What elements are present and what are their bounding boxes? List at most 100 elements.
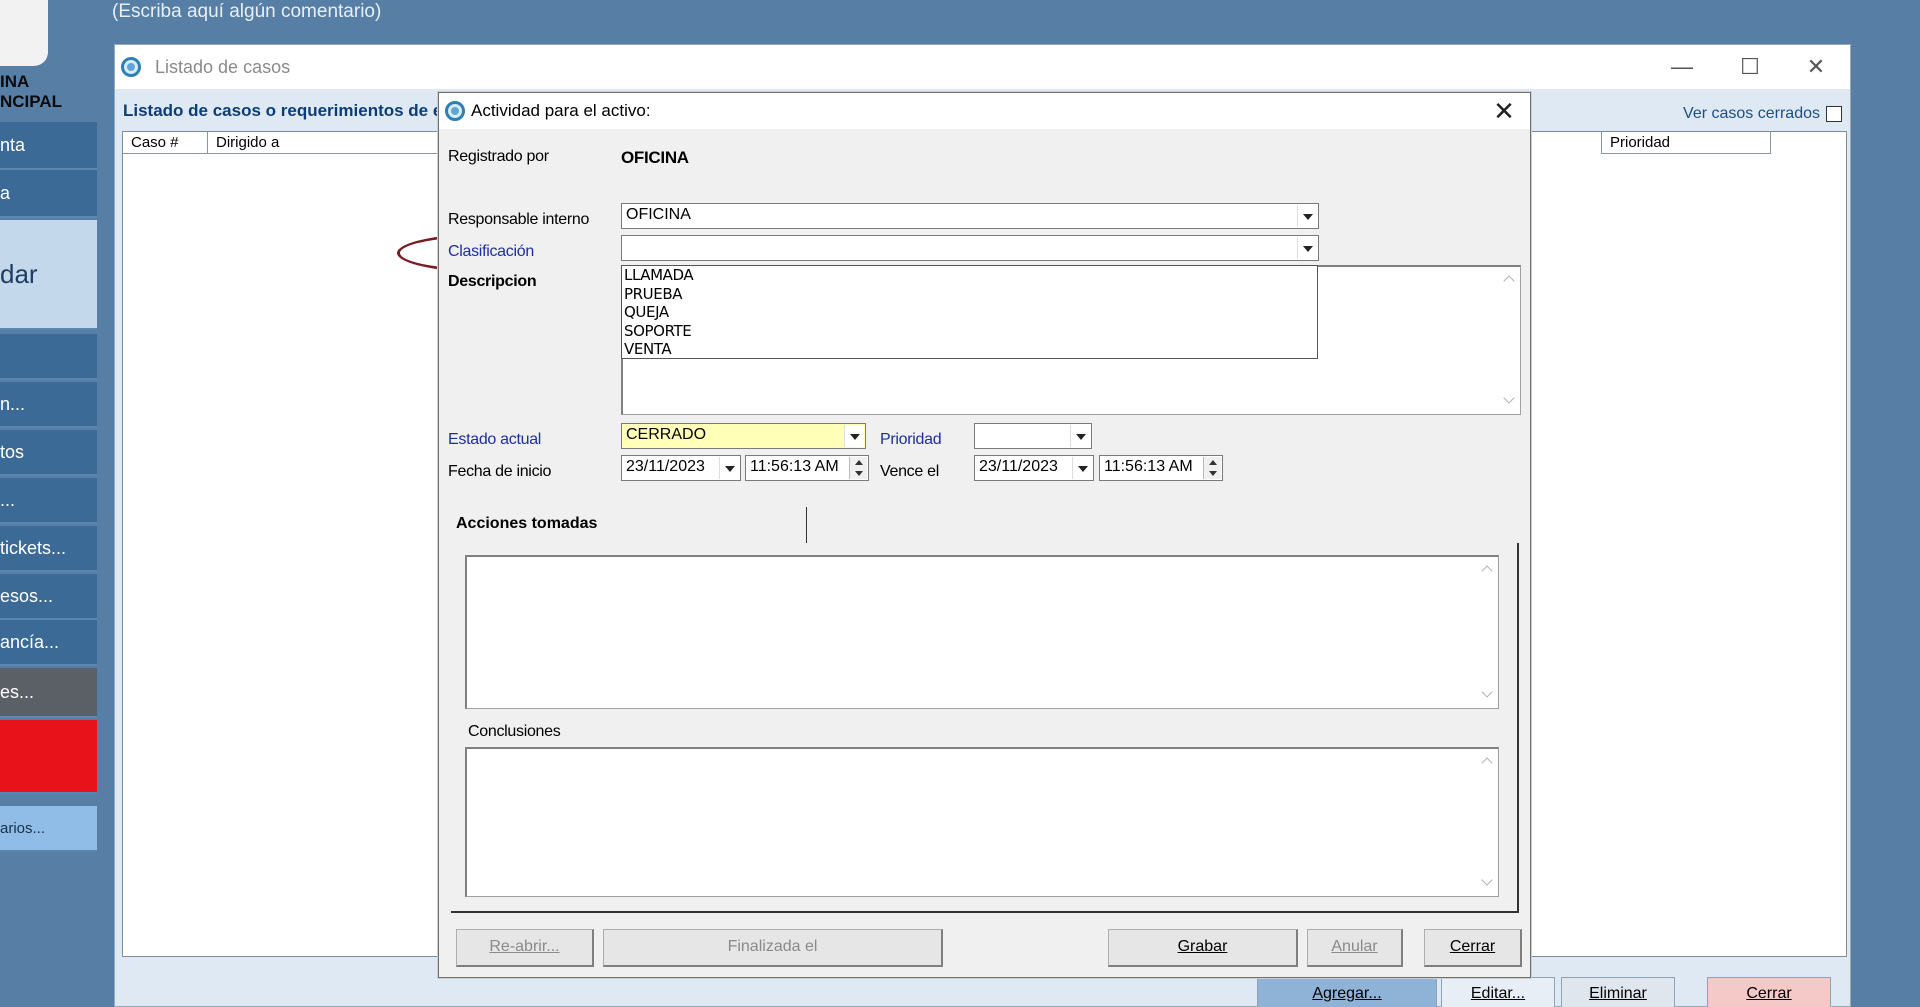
sidebar-item-label: tos — [0, 441, 25, 462]
grabar-button[interactable]: Grabar — [1108, 929, 1298, 967]
fecha-inicio-label: Fecha de inicio — [448, 463, 552, 480]
eliminar-button[interactable]: Eliminar — [1561, 977, 1675, 1007]
estado-label: Estado actual — [448, 431, 542, 448]
sidebar-item-label: a — [0, 182, 11, 203]
minimize-icon[interactable]: — — [1654, 53, 1710, 81]
dropdown-option[interactable]: VENTA — [624, 340, 1315, 359]
dropdown-option[interactable]: SOPORTE — [624, 322, 1315, 341]
scroll-down-icon[interactable] — [1481, 686, 1493, 698]
dropdown-option[interactable]: QUEJA — [624, 303, 1315, 322]
sidebar-item-red[interactable] — [0, 720, 97, 794]
conclusiones-label: Conclusiones — [468, 723, 561, 740]
sidebar-item[interactable]: a — [0, 170, 97, 218]
scroll-up-icon[interactable] — [1481, 757, 1493, 769]
estado-value: CERRADO — [626, 426, 707, 443]
tab-acciones-tomadas[interactable]: Acciones tomadas — [451, 507, 807, 543]
actividad-dialog: Actividad para el activo: ✕ Registrado p… — [438, 92, 1531, 978]
sidebar-item[interactable]: n... — [0, 382, 97, 428]
prioridad-label: Prioridad — [880, 431, 942, 448]
chevron-down-icon[interactable] — [1297, 205, 1317, 227]
column-header-dirigido[interactable]: Dirigido a — [208, 132, 458, 154]
reabrir-button[interactable]: Re-abrir... — [456, 929, 594, 967]
chevron-down-icon[interactable] — [1297, 237, 1317, 259]
registrado-por-label: Registrado por — [448, 148, 549, 165]
sidebar-item[interactable]: tickets... — [0, 526, 97, 572]
sidebar: INA NCIPAL nta a dar n... tos ... ticket… — [0, 0, 98, 1007]
finalizada-button[interactable]: Finalizada el — [603, 929, 943, 967]
column-header-prioridad[interactable]: Prioridad — [1601, 132, 1771, 154]
dropdown-option[interactable]: PRUEBA — [624, 285, 1315, 304]
sidebar-item[interactable]: esos... — [0, 574, 97, 620]
sidebar-item-label: ... — [0, 489, 16, 510]
fecha-inicio-time[interactable]: 11:56:13 AM — [745, 455, 869, 481]
dialog-titlebar: Actividad para el activo: — [439, 93, 1530, 129]
scroll-down-icon[interactable] — [1481, 874, 1493, 886]
sidebar-item-label: es... — [0, 681, 35, 702]
cerrar-dialog-button[interactable]: Cerrar — [1424, 929, 1522, 967]
chevron-down-icon[interactable] — [719, 457, 739, 479]
chevron-down-icon[interactable] — [1072, 457, 1092, 479]
list-window-title: Listado de casos — [155, 56, 291, 77]
scroll-up-icon[interactable] — [1481, 565, 1493, 577]
chevron-down-icon[interactable] — [844, 425, 864, 447]
sidebar-item-active[interactable]: dar — [0, 220, 97, 330]
sidebar-item[interactable]: ... — [0, 478, 97, 524]
fecha-inicio-time-value: 11:56:13 AM — [750, 458, 839, 475]
app-globe-icon — [121, 57, 141, 77]
sidebar-item[interactable]: es... — [0, 668, 97, 718]
scrollbar[interactable] — [1478, 557, 1498, 708]
ver-casos-cerrados[interactable]: Ver casos cerrados — [1683, 105, 1842, 123]
sidebar-item-label: ancía... — [0, 631, 60, 652]
descripcion-label: Descripcion — [448, 273, 537, 290]
fecha-inicio-date[interactable]: 23/11/2023 — [621, 455, 741, 481]
scroll-up-icon[interactable] — [1503, 275, 1515, 287]
fecha-inicio-date-value: 23/11/2023 — [626, 458, 705, 475]
list-heading: Listado de casos o requerimientos de e — [123, 101, 443, 120]
sidebar-item-label: arios... — [0, 819, 46, 837]
clasificacion-dropdown-list[interactable]: LLAMADA PRUEBA QUEJA SOPORTE VENTA — [621, 265, 1318, 359]
sidebar-item[interactable] — [0, 334, 97, 380]
scroll-down-icon[interactable] — [1503, 392, 1515, 404]
scrollbar[interactable] — [1500, 267, 1520, 414]
conclusiones-textarea[interactable] — [465, 747, 1499, 897]
time-spinner-icon[interactable] — [1203, 457, 1221, 479]
agregar-button[interactable]: Agregar... — [1257, 977, 1437, 1007]
vence-time[interactable]: 11:56:13 AM — [1099, 455, 1223, 481]
logo-line-2: NCIPAL — [0, 92, 63, 111]
sidebar-item-label: dar — [0, 258, 38, 289]
ver-casos-cerrados-checkbox[interactable] — [1826, 106, 1842, 122]
sidebar-item[interactable]: ancía... — [0, 620, 97, 666]
sidebar-item[interactable]: tos — [0, 430, 97, 476]
clasificacion-select[interactable] — [621, 235, 1319, 261]
ver-casos-cerrados-label: Ver casos cerrados — [1683, 105, 1820, 122]
registrado-por-value: OFICINA — [621, 148, 689, 167]
close-icon[interactable]: ✕ — [1486, 95, 1522, 127]
responsable-select[interactable]: OFICINA — [621, 203, 1319, 229]
list-window-titlebar: Listado de casos — ☐ ✕ — [115, 45, 1850, 89]
chevron-down-icon[interactable] — [1070, 425, 1090, 447]
column-header-caso[interactable]: Caso # — [123, 132, 208, 154]
sidebar-item-label: nta — [0, 134, 26, 155]
comment-bar[interactable]: (Escriba aquí algún comentario) — [100, 0, 1920, 28]
anular-button[interactable]: Anular — [1307, 929, 1403, 967]
editar-button[interactable]: Editar... — [1441, 977, 1555, 1007]
app-globe-icon — [445, 101, 465, 121]
sidebar-item-label: tickets... — [0, 537, 67, 558]
logo-image — [0, 0, 48, 66]
vence-time-value: 11:56:13 AM — [1104, 458, 1193, 475]
cerrar-list-button[interactable]: Cerrar — [1707, 977, 1831, 1007]
time-spinner-icon[interactable] — [849, 457, 867, 479]
dialog-title: Actividad para el activo: — [471, 101, 651, 120]
prioridad-select[interactable] — [974, 423, 1092, 449]
vence-date[interactable]: 23/11/2023 — [974, 455, 1094, 481]
maximize-icon[interactable]: ☐ — [1722, 53, 1778, 81]
close-icon[interactable]: ✕ — [1788, 53, 1844, 81]
sidebar-item[interactable]: nta — [0, 122, 97, 170]
acciones-textarea[interactable] — [465, 555, 1499, 709]
dropdown-option[interactable]: LLAMADA — [624, 266, 1315, 285]
sidebar-item[interactable]: arios... — [0, 806, 97, 852]
scrollbar[interactable] — [1478, 749, 1498, 896]
responsable-label: Responsable interno — [448, 211, 590, 228]
estado-select[interactable]: CERRADO — [621, 423, 866, 449]
clasificacion-label: Clasificación — [448, 243, 534, 260]
